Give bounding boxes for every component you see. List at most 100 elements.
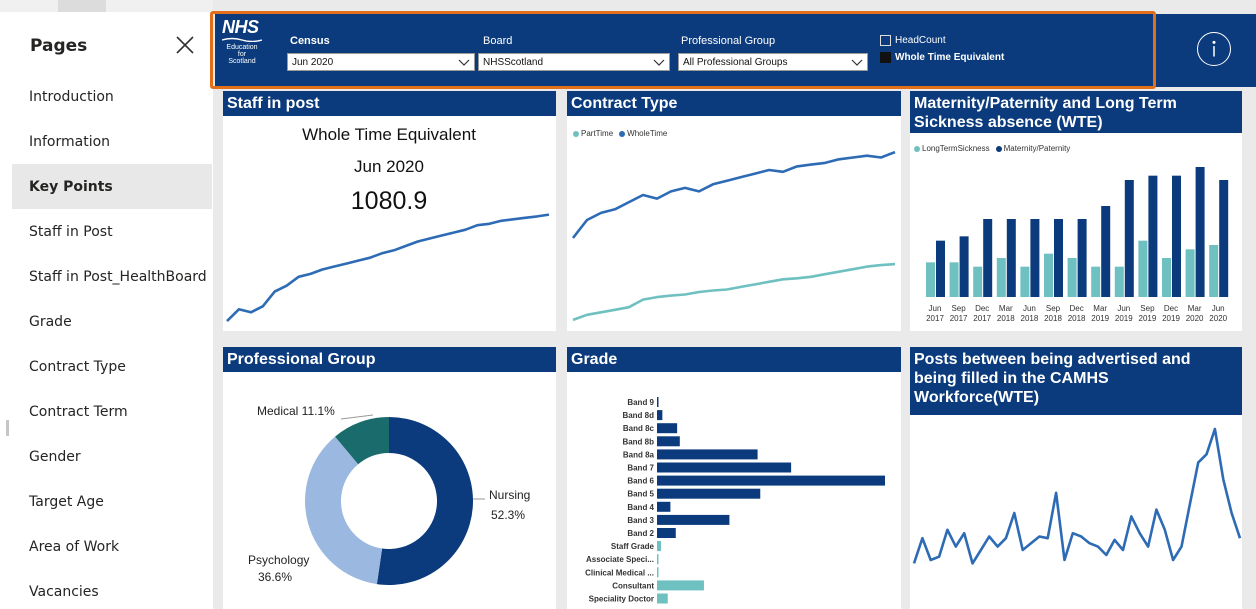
contract-type-title: Contract Type	[567, 91, 901, 116]
bar-maternity	[1172, 175, 1181, 297]
staff-in-post-title: Staff in post	[223, 91, 556, 116]
info-icon[interactable]	[1197, 32, 1231, 66]
bar-maternity	[1054, 219, 1063, 297]
x-tick-label: 2019	[1091, 314, 1109, 323]
board-label: Board	[483, 35, 513, 47]
census-value: Jun 2020	[292, 56, 334, 68]
grade-bar	[657, 475, 885, 486]
x-tick-label: Mar	[1093, 304, 1107, 313]
maternity-chart: Jun2017Sep2017Dec2017Mar2018Jun2018Sep20…	[926, 167, 1229, 323]
grade-bar-chart: Band 9 Band 8d Band 8c Band 8b Band 8a Band 7…	[585, 397, 885, 604]
y-tick-label: Band 5	[627, 490, 654, 499]
x-tick-label: 2017	[926, 314, 944, 323]
page-item-gender[interactable]: Gender	[12, 434, 212, 479]
checkbox-box	[880, 35, 891, 46]
y-tick-label: Band 4	[627, 503, 654, 512]
bar-longtermsickness	[926, 262, 935, 297]
bar-longtermsickness	[1044, 253, 1053, 297]
bar-longtermsickness	[949, 262, 959, 297]
x-tick-label: Sep	[1046, 304, 1061, 313]
label-nursing-pct: 52.3%	[491, 508, 526, 522]
legend-label: PartTime	[581, 129, 614, 138]
page-item-grade[interactable]: Grade	[12, 299, 212, 344]
bar-maternity	[1219, 180, 1229, 297]
grade-bar	[657, 462, 792, 473]
page-item-staff-in-post-healthboard[interactable]: Staff in Post_HealthBoard	[12, 254, 212, 299]
bar-maternity	[1077, 219, 1087, 297]
x-tick-label: 2020	[1209, 314, 1227, 323]
posts-title: Posts between being advertised and being…	[910, 347, 1242, 415]
headcount-checkbox[interactable]: HeadCount	[880, 35, 946, 46]
label-psychology: Psychology	[248, 553, 310, 567]
staff-in-post-panel: Staff in post Whole Time Equivalent Jun …	[223, 91, 556, 331]
legend-item-longtermsickness: LongTermSickness	[914, 144, 990, 153]
page-item-vacancies[interactable]: Vacancies	[12, 569, 212, 609]
checkbox-box-checked	[880, 52, 891, 63]
board-dropdown[interactable]: NHSScotland	[478, 53, 670, 71]
contract-type-chart	[571, 150, 896, 322]
grade-bar	[657, 423, 678, 434]
maternity-legend: LongTermSickness Maternity/Paternity	[914, 144, 1070, 153]
professional-group-panel: Professional Group Medical 11.1% Nursing…	[223, 347, 556, 609]
kpi-period: Jun 2020	[354, 157, 424, 176]
parttime-line	[572, 262, 896, 322]
legend-label: LongTermSickness	[922, 144, 990, 153]
professional-group-label: Professional Group	[681, 35, 776, 47]
x-tick-label: 2018	[1044, 314, 1062, 323]
y-tick-label: Staff Grade	[611, 542, 655, 551]
label-psychology-pct: 36.6%	[258, 570, 293, 584]
y-tick-label: Band 9	[627, 398, 654, 407]
logo-sub-line: for	[237, 51, 247, 58]
y-tick-label: Speciality Doctor	[589, 595, 654, 604]
y-tick-label: Band 3	[627, 516, 654, 525]
close-icon[interactable]	[174, 34, 196, 56]
grade-bar	[657, 567, 659, 578]
bar-maternity	[1195, 167, 1205, 297]
y-tick-label: Band 8d	[622, 411, 654, 420]
legend-dot	[914, 145, 920, 152]
maternity-title-line: Maternity/Paternity and Long Term	[914, 95, 1177, 112]
grade-bar	[657, 514, 730, 525]
tab-stub	[58, 0, 106, 12]
bar-maternity	[1148, 175, 1158, 297]
x-tick-label: Jun	[1117, 304, 1130, 313]
x-tick-label: 2018	[1068, 314, 1086, 323]
professional-group-dropdown[interactable]: All Professional Groups	[678, 53, 868, 71]
bar-longtermsickness	[1209, 245, 1219, 297]
scrollbar-handle[interactable]	[6, 420, 9, 436]
page-item-target-age[interactable]: Target Age	[12, 479, 212, 524]
x-tick-label: Mar	[1188, 304, 1202, 313]
y-tick-label: Band 7	[627, 464, 654, 473]
page-item-area-of-work[interactable]: Area of Work	[12, 524, 212, 569]
x-tick-label: 2019	[1139, 314, 1157, 323]
professional-group-title: Professional Group	[223, 347, 556, 372]
grade-bar	[657, 554, 659, 565]
census-dropdown[interactable]: Jun 2020	[287, 53, 475, 71]
pages-pane: Pages Introduction Information Key Point…	[0, 0, 213, 609]
staff-trend-chart	[226, 213, 550, 323]
page-item-information[interactable]: Information	[12, 119, 212, 164]
x-tick-label: 2017	[950, 314, 968, 323]
page-item-introduction[interactable]: Introduction	[12, 74, 212, 119]
maternity-panel: Maternity/Paternity and Long Term Sickne…	[910, 91, 1242, 331]
chevron-down-icon	[458, 59, 470, 66]
wte-checkbox[interactable]: Whole Time Equivalent	[880, 52, 1004, 63]
posts-line	[912, 427, 1242, 565]
bar-maternity	[983, 219, 993, 297]
legend-label: Maternity/Paternity	[1003, 144, 1071, 153]
logo-nhs-text: NHS	[222, 17, 259, 37]
chevron-down-icon	[653, 59, 665, 66]
page-item-contract-type[interactable]: Contract Type	[12, 344, 212, 389]
slice-psychology	[305, 436, 383, 585]
maternity-title: Maternity/Paternity and Long Term Sickne…	[910, 91, 1242, 133]
page-item-contract-term[interactable]: Contract Term	[12, 389, 212, 434]
page-item-staff-in-post[interactable]: Staff in Post	[12, 209, 212, 254]
wholetime-line	[571, 150, 896, 239]
wte-label: Whole Time Equivalent	[895, 52, 1005, 63]
posts-title-line: being filled in the CAMHS	[914, 370, 1109, 387]
y-tick-label: Associate Speci...	[586, 555, 654, 564]
page-item-key-points[interactable]: Key Points	[12, 164, 212, 209]
professional-group-value: All Professional Groups	[683, 56, 788, 68]
contract-legend: PartTime WholeTime	[573, 129, 667, 138]
grade-bar	[657, 410, 663, 421]
